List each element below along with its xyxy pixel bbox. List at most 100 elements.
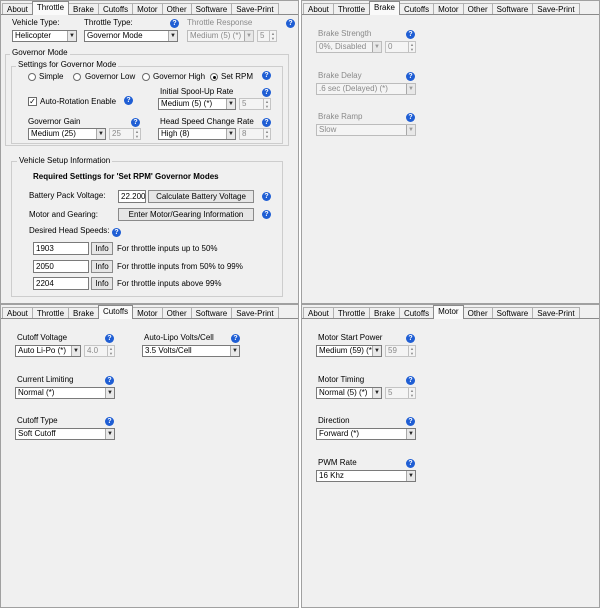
- governor-gain-spinner[interactable]: 25 ▲ ▼: [109, 128, 141, 140]
- cutoff-voltage-spinner[interactable]: 4.0 ▲ ▼: [84, 345, 115, 357]
- radio-set-rpm[interactable]: [210, 73, 218, 81]
- help-icon[interactable]: ?: [231, 334, 240, 343]
- radio-governor-high-label: Governor High: [153, 72, 206, 81]
- head-speed-input-3[interactable]: 2204: [33, 277, 89, 290]
- help-icon[interactable]: ?: [170, 19, 179, 28]
- help-icon[interactable]: ?: [406, 417, 415, 426]
- help-icon[interactable]: ?: [262, 210, 271, 219]
- brake-panel: About Throttle Brake Cutoffs Motor Other…: [301, 0, 600, 304]
- motor-timing-spinner[interactable]: 5 ▲ ▼: [385, 387, 416, 399]
- help-icon[interactable]: ?: [105, 417, 114, 426]
- brake-strength-select[interactable]: 0%, Disabled ▼: [316, 41, 382, 53]
- chevron-down-icon: ▼: [372, 346, 381, 356]
- throttle-panel: About Throttle Brake Cutoffs Motor Other…: [0, 0, 299, 304]
- help-icon[interactable]: ?: [131, 118, 140, 127]
- info-button-2[interactable]: Info: [91, 260, 113, 273]
- head-speed-change-select[interactable]: High (8) ▼: [158, 128, 236, 140]
- throttle-response-spinner[interactable]: 5 ▲ ▼: [257, 30, 277, 42]
- battery-voltage-input[interactable]: 22.200: [118, 190, 146, 203]
- brake-strength-num: 0: [388, 42, 393, 51]
- spinner-arrows-icon[interactable]: ▲ ▼: [263, 129, 270, 139]
- vehicle-type-select[interactable]: Helicopter ▼: [12, 30, 77, 42]
- current-limiting-select[interactable]: Normal (*) ▼: [15, 387, 115, 399]
- cutoffs-panel: About Throttle Brake Cutoffs Motor Other…: [0, 304, 299, 608]
- tab-throttle[interactable]: Throttle: [31, 1, 70, 15]
- radio-simple-label: Simple: [39, 72, 64, 81]
- help-icon[interactable]: ?: [406, 113, 415, 122]
- pwm-rate-select[interactable]: 16 Khz ▼: [316, 470, 416, 482]
- radio-governor-high[interactable]: [142, 73, 150, 81]
- spinner-arrows-icon[interactable]: ▲ ▼: [269, 31, 276, 41]
- help-icon[interactable]: ?: [105, 376, 114, 385]
- help-icon[interactable]: ?: [262, 88, 271, 97]
- throttle-type-select[interactable]: Governor Mode ▼: [84, 30, 178, 42]
- spool-up-label: Initial Spool-Up Rate: [160, 87, 234, 96]
- auto-rotation-checkbox[interactable]: ✓: [28, 97, 37, 106]
- tab-cutoffs[interactable]: Cutoffs: [97, 305, 134, 319]
- help-icon[interactable]: ?: [112, 228, 121, 237]
- chevron-down-icon: ▼: [96, 129, 105, 139]
- tab-divider: [302, 14, 599, 15]
- spool-up-spinner[interactable]: 5 ▲ ▼: [239, 98, 271, 110]
- radio-governor-low[interactable]: [73, 73, 81, 81]
- head-speed-change-label: Head Speed Change Rate: [160, 117, 254, 126]
- calculate-battery-button[interactable]: Calculate Battery Voltage: [148, 190, 254, 203]
- spool-up-select[interactable]: Medium (5) (*) ▼: [158, 98, 236, 110]
- brake-ramp-select[interactable]: Slow ▼: [316, 124, 416, 136]
- motor-timing-value: Normal (5) (*): [319, 388, 368, 397]
- help-icon[interactable]: ?: [406, 72, 415, 81]
- auto-lipo-select[interactable]: 3.5 Volts/Cell ▼: [142, 345, 240, 357]
- throttle-response-num: 5: [260, 31, 265, 40]
- motor-timing-select[interactable]: Normal (5) (*) ▼: [316, 387, 382, 399]
- help-icon[interactable]: ?: [105, 334, 114, 343]
- throttle-type-label: Throttle Type:: [84, 18, 133, 27]
- spinner-arrows-icon[interactable]: ▲ ▼: [133, 129, 140, 139]
- head-speed-input-1[interactable]: 1903: [33, 242, 89, 255]
- settings-title: Settings for Governor Mode: [16, 60, 119, 70]
- pwm-rate-value: 16 Khz: [319, 471, 344, 480]
- help-icon[interactable]: ?: [124, 96, 133, 105]
- motor-gearing-button[interactable]: Enter Motor/Gearing Information: [118, 208, 254, 221]
- brake-delay-select[interactable]: .6 sec (Delayed) (*) ▼: [316, 83, 416, 95]
- motor-start-power-select[interactable]: Medium (59) (*) ▼: [316, 345, 382, 357]
- head-speed-change-spinner[interactable]: 8 ▲ ▼: [239, 128, 271, 140]
- spinner-arrows-icon[interactable]: ▲ ▼: [408, 388, 415, 398]
- spinner-arrows-icon[interactable]: ▲ ▼: [263, 99, 270, 109]
- head-speed-input-2[interactable]: 2050: [33, 260, 89, 273]
- spool-up-num: 5: [242, 99, 247, 108]
- chevron-down-icon: ▼: [372, 42, 381, 52]
- brake-strength-spinner[interactable]: 0 ▲ ▼: [385, 41, 416, 53]
- info-button-1[interactable]: Info: [91, 242, 113, 255]
- tab-brake[interactable]: Brake: [369, 1, 400, 15]
- help-icon[interactable]: ?: [262, 118, 271, 127]
- spinner-arrows-icon[interactable]: ▲ ▼: [107, 346, 114, 356]
- head-speed-desc-1: For throttle inputs up to 50%: [117, 244, 218, 253]
- help-icon[interactable]: ?: [406, 459, 415, 468]
- help-icon[interactable]: ?: [406, 334, 415, 343]
- brake-delay-value: .6 sec (Delayed) (*): [319, 84, 388, 93]
- direction-select[interactable]: Forward (*) ▼: [316, 428, 416, 440]
- tab-motor[interactable]: Motor: [433, 305, 464, 319]
- help-icon[interactable]: ?: [262, 71, 271, 80]
- spinner-arrows-icon[interactable]: ▲ ▼: [408, 42, 415, 52]
- governor-gain-select[interactable]: Medium (25) ▼: [28, 128, 106, 140]
- chevron-down-icon: ▼: [105, 429, 114, 439]
- chevron-down-icon: ▼: [226, 99, 235, 109]
- help-icon[interactable]: ?: [262, 192, 271, 201]
- throttle-response-select[interactable]: Medium (5) (*) ▼: [187, 30, 254, 42]
- spinner-arrows-icon[interactable]: ▲ ▼: [408, 346, 415, 356]
- cutoff-voltage-value: Auto Li-Po (*): [18, 346, 67, 355]
- direction-label: Direction: [318, 416, 350, 425]
- help-icon[interactable]: ?: [286, 19, 295, 28]
- info-button-3[interactable]: Info: [91, 277, 113, 290]
- cutoff-type-select[interactable]: Soft Cutoff ▼: [15, 428, 115, 440]
- auto-lipo-value: 3.5 Volts/Cell: [145, 346, 192, 355]
- motor-start-power-spinner[interactable]: 59 ▲ ▼: [385, 345, 416, 357]
- chevron-down-icon: ▼: [168, 31, 177, 41]
- help-icon[interactable]: ?: [406, 30, 415, 39]
- radio-simple[interactable]: [28, 73, 36, 81]
- cutoff-voltage-select[interactable]: Auto Li-Po (*) ▼: [15, 345, 81, 357]
- radio-set-rpm-label: Set RPM: [221, 72, 254, 81]
- help-icon[interactable]: ?: [406, 376, 415, 385]
- head-speed-desc-3: For throttle inputs above 99%: [117, 279, 222, 288]
